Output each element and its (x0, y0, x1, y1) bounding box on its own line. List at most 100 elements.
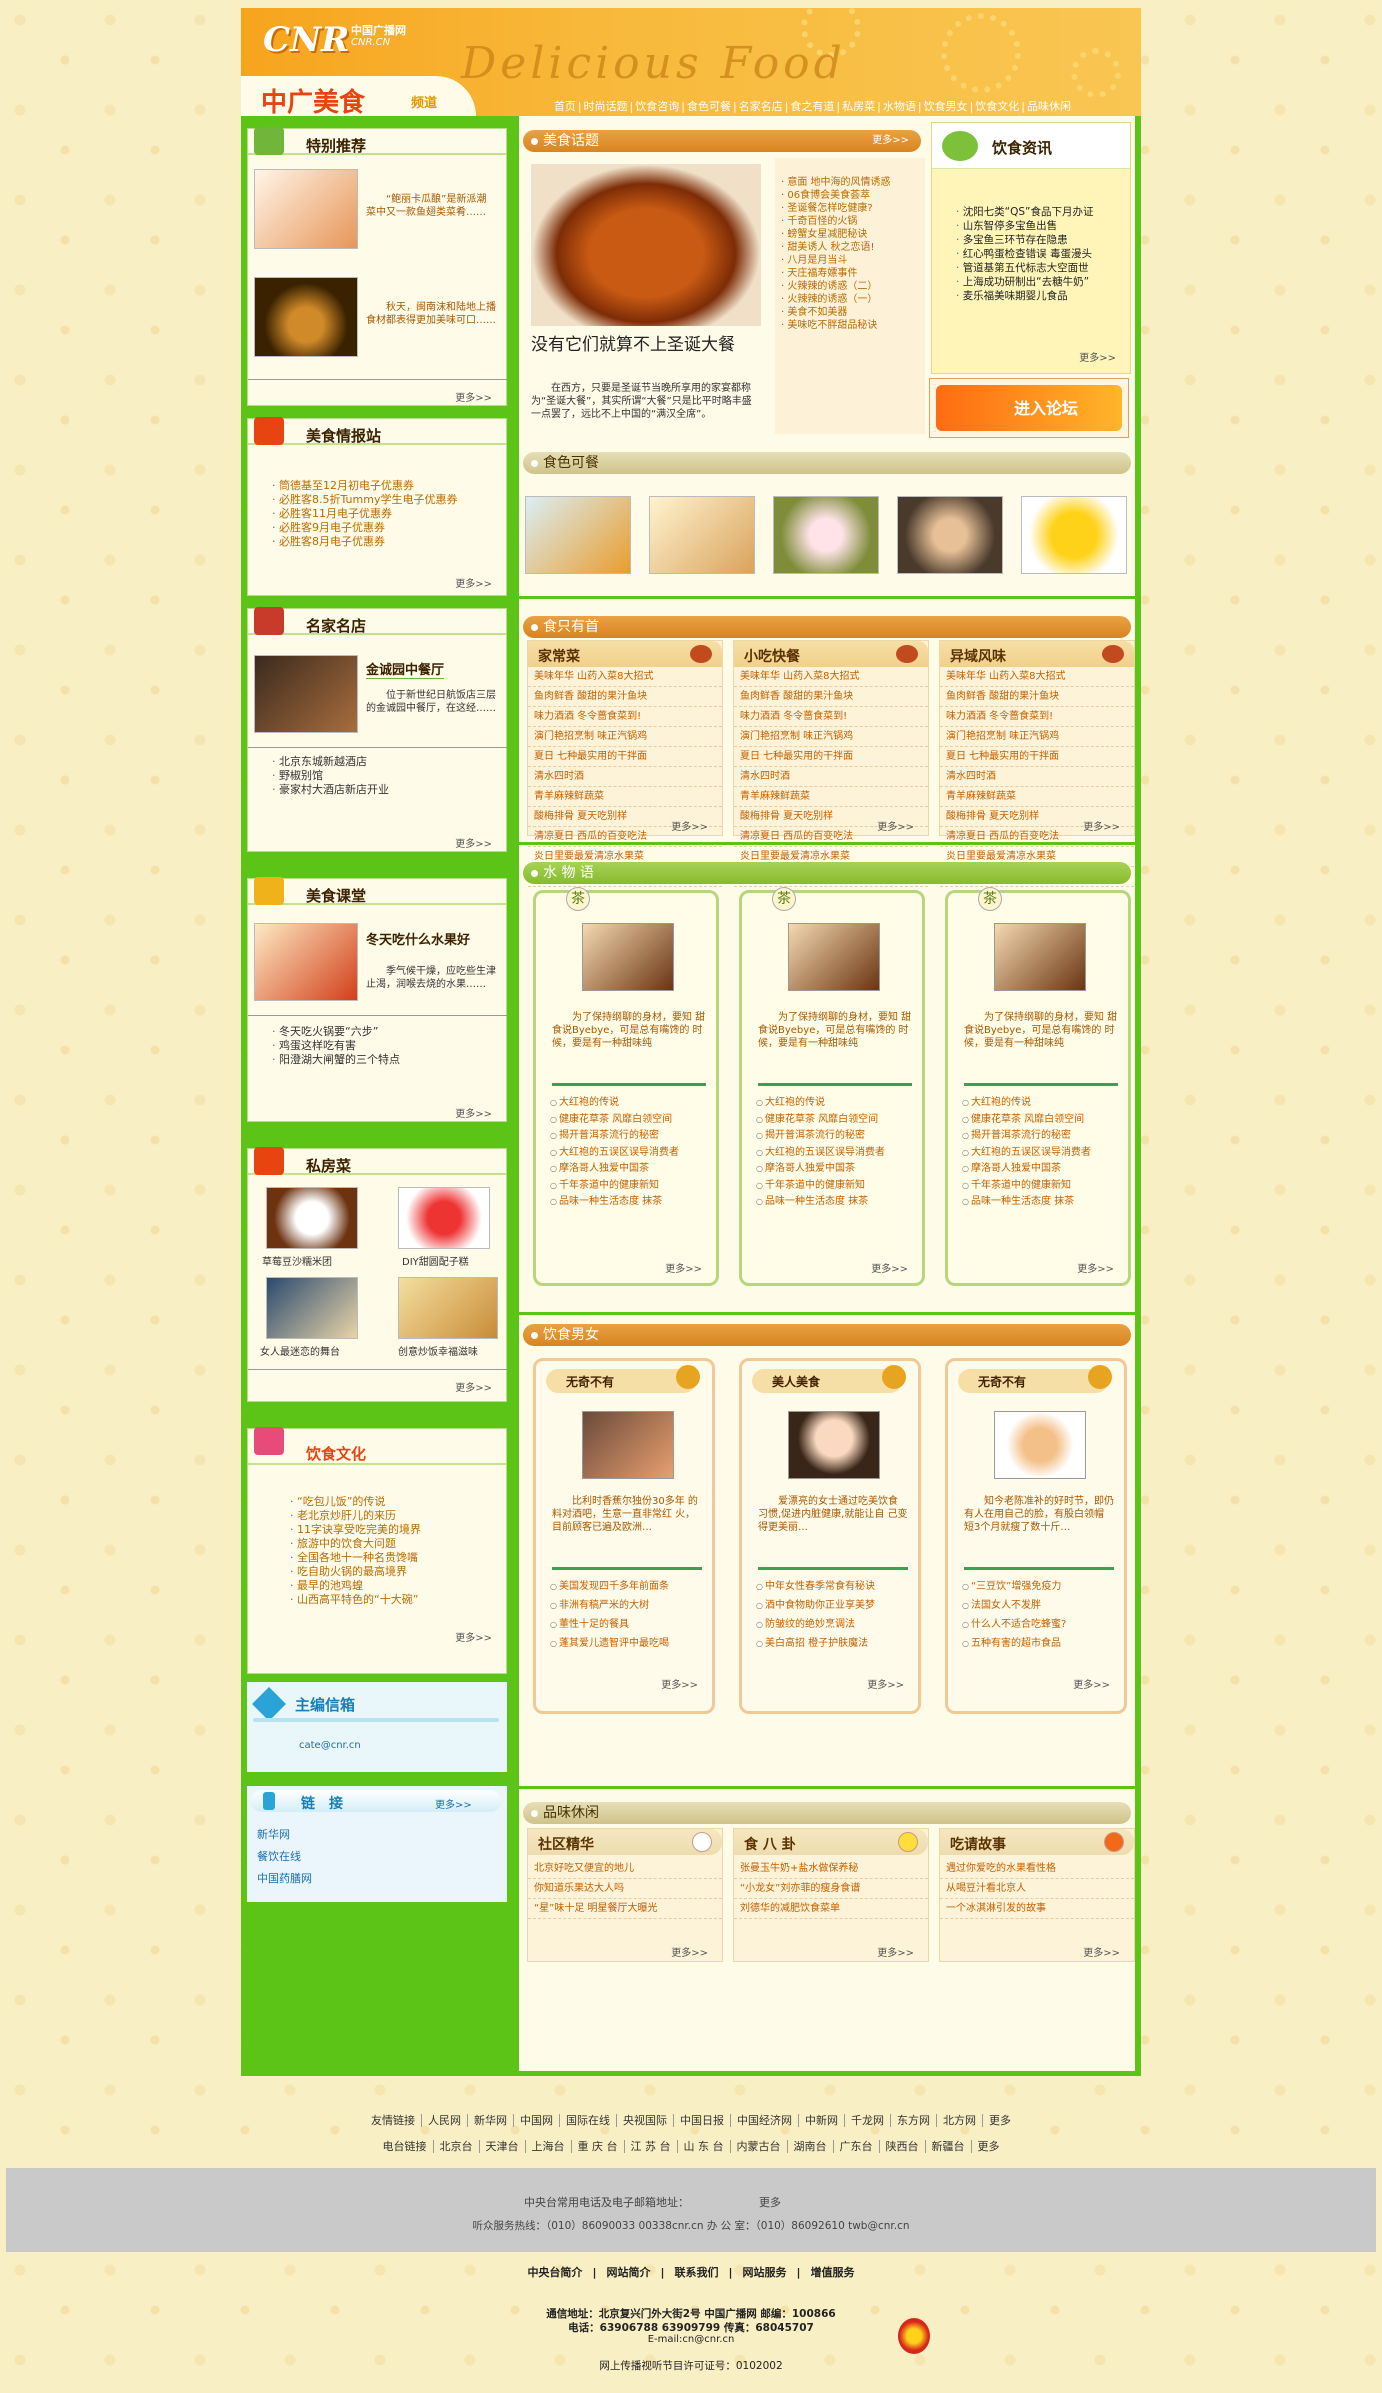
list-item[interactable]: 千年茶道中的健康新知 (756, 1178, 916, 1195)
about-link[interactable]: 网站服务 (733, 2266, 797, 2279)
list-item[interactable]: 上海成功研制出“去糖牛奶” (956, 275, 1094, 289)
list-item[interactable]: 美食不如美器 (781, 306, 921, 319)
list-item[interactable]: 董性十足的餐具 (550, 1615, 710, 1634)
station-link[interactable]: 湖南台 (787, 2140, 834, 2153)
list-item[interactable]: 野椒别馆 (272, 769, 389, 783)
list-item[interactable]: 青羊麻辣鲜蔬菜 (734, 787, 928, 807)
gallery-image-1[interactable] (525, 496, 631, 574)
list-item[interactable]: 吃自助火锅的最高境界 (290, 1565, 421, 1579)
friend-link[interactable]: 更多 (983, 2114, 1017, 2127)
list-item[interactable]: 麦乐福美味期婴儿食品 (956, 289, 1094, 303)
email-text[interactable]: E-mail:cn@cnr.cn (0, 2334, 1382, 2345)
station-link[interactable]: 江 苏 台 (624, 2140, 678, 2153)
card-more-link[interactable]: 更多>> (661, 1676, 698, 1691)
list-item[interactable]: 味力酒酒 冬令蔷食菜到! (940, 707, 1134, 727)
nav-item[interactable]: 水物语 (881, 100, 918, 113)
list-item[interactable]: 天庄福寿嫖事件 (781, 267, 921, 280)
list-item[interactable]: 沈阳七类“QS”食品下月办证 (956, 205, 1094, 219)
list-item[interactable]: 千奇百怪的火锅 (781, 215, 921, 228)
list-item[interactable]: “吃包儿饭”的传说 (290, 1495, 421, 1509)
list-item[interactable]: 必胜客8.5折Tummy学生电子优惠券 (272, 493, 457, 507)
list-item[interactable]: 青羊麻辣鲜蔬菜 (528, 787, 722, 807)
friend-link[interactable]: 千龙网 (845, 2114, 891, 2127)
famous-more-link[interactable]: 更多>> (455, 835, 492, 850)
friend-link[interactable]: 中国网 (514, 2114, 560, 2127)
about-link[interactable]: 增值服务 (801, 2266, 865, 2279)
list-item[interactable]: 山西高平特色的“十大碗” (290, 1593, 421, 1607)
list-item[interactable]: “星”味十足 明星餐厅大曝光 (528, 1899, 722, 1919)
police-badge-icon[interactable] (898, 2318, 930, 2354)
list-item[interactable]: 摩洛哥人独爱中国茶 (550, 1161, 710, 1178)
list-item[interactable]: 鱼肉鲜香 酸甜的果汁鱼块 (940, 687, 1134, 707)
list-item[interactable]: “小龙女”刘亦菲的瘦身食谱 (734, 1879, 928, 1899)
list-item[interactable]: 鱼肉鲜香 酸甜的果汁鱼块 (734, 687, 928, 707)
tea-image[interactable] (994, 923, 1086, 991)
list-item[interactable]: 揭开普洱茶流行的秘密 (962, 1128, 1122, 1145)
list-item[interactable]: 遇过你爱吃的水果看性格 (940, 1859, 1134, 1879)
news-more-link[interactable]: 更多>> (1079, 349, 1116, 364)
culture-more-link[interactable]: 更多>> (455, 1629, 492, 1644)
friend-link[interactable]: 人民网 (422, 2114, 468, 2127)
nav-item[interactable]: 品味休闲 (1025, 100, 1073, 113)
list-item[interactable]: 从喝豆汁看北京人 (940, 1879, 1134, 1899)
list-item[interactable]: 品味一种生活态度 抹茶 (550, 1194, 710, 1211)
dish-caption-1[interactable]: 草莓豆沙糯米团 (262, 1253, 332, 1268)
nav-item[interactable]: 饮食咨询 (633, 100, 681, 113)
list-item[interactable]: 红心鸭蛋检查错误 毒蛋漫头 (956, 247, 1094, 261)
list-item[interactable]: 螃蟹女星减肥秘诀 (781, 228, 921, 241)
list-item[interactable]: 必胜客8月电子优惠券 (272, 535, 457, 549)
list-item[interactable]: 什么人不适合吃蜂蜜? (962, 1615, 1122, 1634)
list-item[interactable]: 张曼玉牛奶+盐水做保养秘 (734, 1859, 928, 1879)
card-more-link[interactable]: 更多>> (1077, 1260, 1114, 1275)
list-item[interactable]: 演门艳招烹制 味正汽锅鸡 (940, 727, 1134, 747)
card-more-link[interactable]: 更多>> (1073, 1676, 1110, 1691)
nav-item[interactable]: 饮食男女 (922, 100, 970, 113)
station-link[interactable]: 重 庆 台 (571, 2140, 625, 2153)
list-item[interactable]: 味力酒酒 冬令蔷食菜到! (528, 707, 722, 727)
list-item[interactable]: 冬天吃火锅要“六步” (272, 1025, 400, 1039)
friend-link[interactable]: 中国日报 (674, 2114, 731, 2127)
dish-image-4[interactable] (398, 1277, 498, 1339)
list-item[interactable]: 摩洛哥人独爱中国茶 (756, 1161, 916, 1178)
special-more-link[interactable]: 更多>> (455, 389, 492, 404)
list-item[interactable]: 千年茶道中的健康新知 (550, 1178, 710, 1195)
about-link[interactable]: 中央台简介 (517, 2266, 592, 2279)
special-image-1[interactable] (254, 169, 358, 249)
card-image[interactable] (788, 1411, 880, 1479)
list-item[interactable]: 豪家村大酒店新店开业 (272, 783, 389, 797)
list-item[interactable]: 大红袍的五误区误导消费者 (550, 1145, 710, 1162)
list-item[interactable]: 大红袍的传说 (756, 1095, 916, 1112)
list-item[interactable]: 八月是月当斗 (781, 254, 921, 267)
friend-link[interactable]: 央视国际 (617, 2114, 674, 2127)
list-item[interactable]: 山东智停多宝鱼出售 (956, 219, 1094, 233)
nav-item[interactable]: 食色可餐 (685, 100, 733, 113)
link-xinhua[interactable]: 新华网 (257, 1824, 312, 1846)
dish-image-1[interactable] (266, 1187, 358, 1249)
list-item[interactable]: 旅游中的饮食大问题 (290, 1537, 421, 1551)
list-item[interactable]: 阳澄湖大闸蟹的三个特点 (272, 1053, 400, 1067)
list-item[interactable]: 美国发现四千多年前面条 (550, 1577, 710, 1596)
list-item[interactable]: 防皱纹的绝妙烹调法 (756, 1615, 916, 1634)
list-item[interactable]: 酒中食物助你正业享美梦 (756, 1596, 916, 1615)
friend-link[interactable]: 新华网 (468, 2114, 514, 2127)
list-item[interactable]: 品味一种生活态度 抹茶 (962, 1194, 1122, 1211)
list-item[interactable]: 老北京炒肝儿的来历 (290, 1509, 421, 1523)
list-item[interactable]: 夏日 七种最实用的干拌面 (734, 747, 928, 767)
list-item[interactable]: 蓬其爱儿遗智评中最吃喝 (550, 1634, 710, 1653)
panel-more-link[interactable]: 更多>> (671, 818, 708, 833)
friend-link[interactable]: 北方网 (937, 2114, 983, 2127)
list-item[interactable]: 揭开普洱茶流行的秘密 (550, 1128, 710, 1145)
station-link[interactable]: 天津台 (479, 2140, 526, 2153)
panel-more-link[interactable]: 更多>> (1083, 1944, 1120, 1959)
special-text-2[interactable]: 秋天，闽南沫和陆地上播食材都表得更加美味可口…… (366, 301, 496, 327)
list-item[interactable]: 大红袍的五误区误导消费者 (756, 1145, 916, 1162)
list-item[interactable]: 演门艳招烹制 味正汽锅鸡 (734, 727, 928, 747)
dish-caption-2[interactable]: DIY甜圆配子糕 (402, 1253, 469, 1268)
friend-link[interactable]: 国际在线 (560, 2114, 617, 2127)
dish-image-3[interactable] (266, 1277, 358, 1339)
gallery-image-5[interactable] (1021, 496, 1127, 574)
friend-link[interactable]: 中新网 (799, 2114, 845, 2127)
nav-item[interactable]: 时尚话题 (582, 100, 630, 113)
list-item[interactable]: 非洲有稿严米的大树 (550, 1596, 710, 1615)
list-item[interactable]: 美味吃不胖甜品秘诀 (781, 319, 921, 332)
